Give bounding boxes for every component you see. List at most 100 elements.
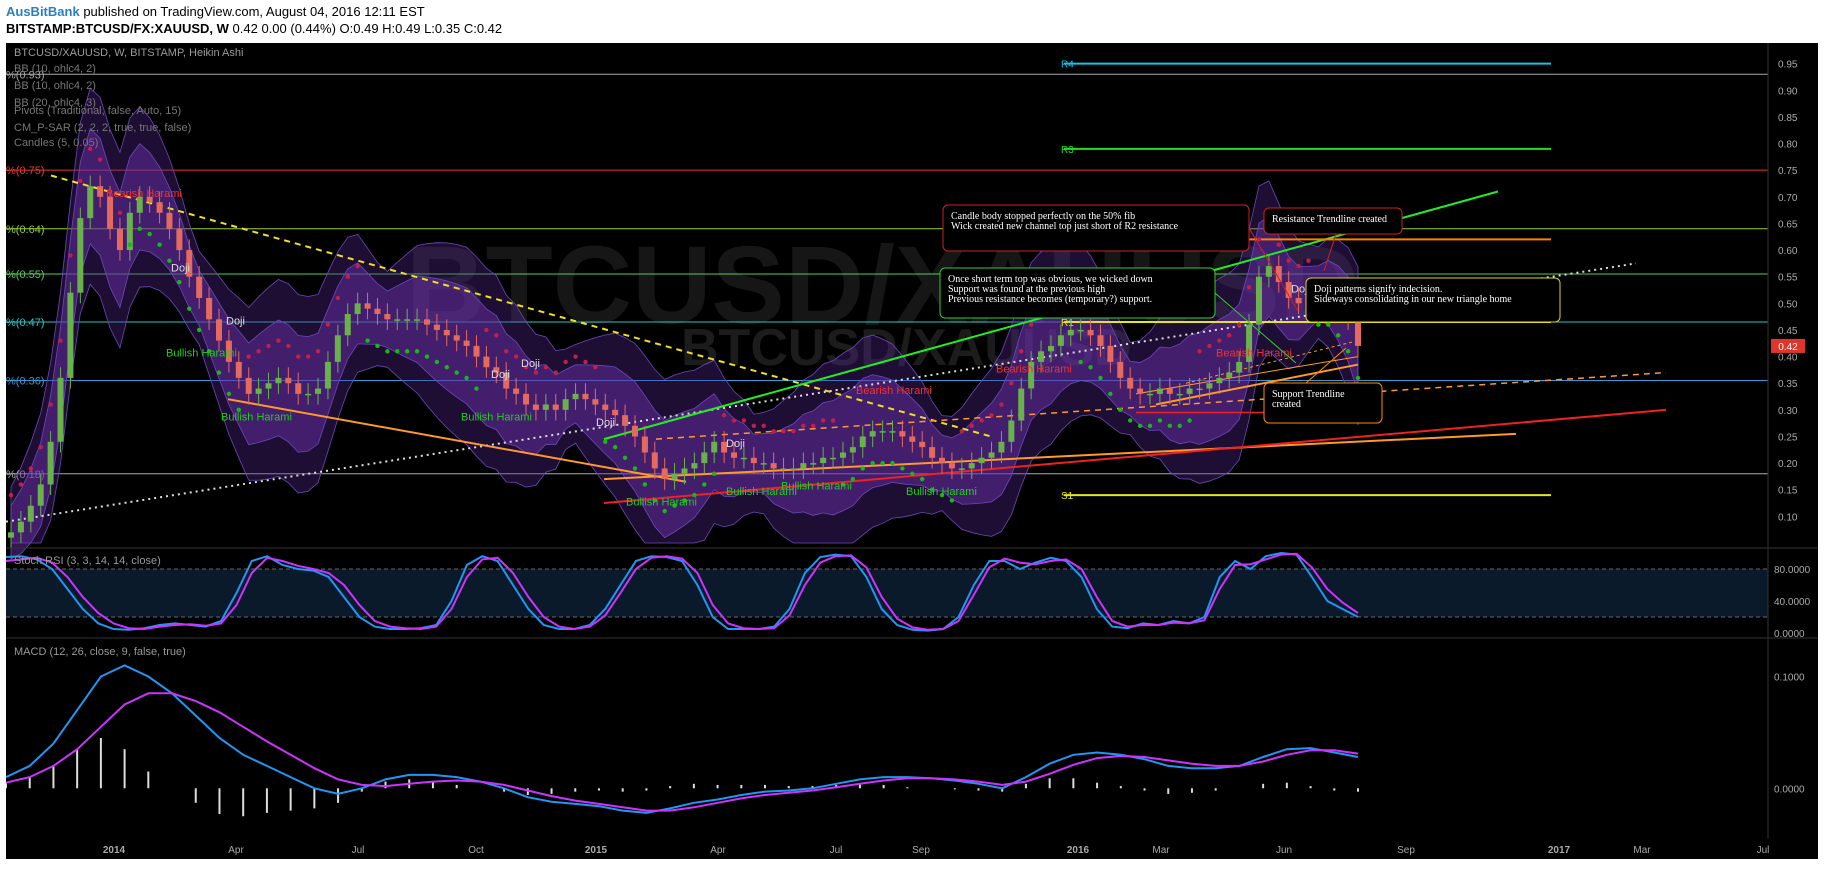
candle [839,452,846,458]
candle [27,505,34,522]
x-tick-label: Apr [228,845,244,856]
indicator-6: Candles (5, 0.05) [14,137,98,149]
candle [939,457,946,464]
candle [433,324,440,330]
candle [47,441,54,485]
sar-dot [979,418,984,423]
candle [37,484,44,506]
sar-dot [1335,333,1341,338]
pivot-label-r4: R4 [1061,60,1074,71]
pattern-label: Bearish Harami [106,188,182,200]
sar-dot [949,498,955,503]
sar-dot [989,412,994,418]
y-tick-label: 0.50 [1778,299,1798,310]
sar-dot [8,492,14,498]
candle [1265,266,1272,277]
candle [1077,329,1084,332]
candle [899,431,906,437]
y-tick-label: 0.70 [1778,193,1798,204]
y-tick-label: 0.10 [1778,512,1798,523]
chart-area[interactable]: BTCUSD/XAUUSD BTCUSD/XAUUSD %(0.93) %(0.75)… [6,43,1818,859]
sar-dot [216,370,222,375]
price-pane[interactable]: BTCUSD/XAUUSDBTCUSD/XAUUSD%(0.93)%(0.75)… [6,43,1818,859]
sar-dot [434,359,440,365]
candle [1255,276,1262,325]
candle [1236,361,1243,373]
sar-dot [1187,418,1192,423]
ohlc-values: O:0.49 H:0.49 L:0.35 C:0.42 [339,21,503,36]
sar-dot [117,210,123,215]
sar-dot [395,349,400,354]
candle [1216,377,1223,384]
candle [810,463,817,465]
sar-dot [325,322,331,327]
sar-dot [603,439,608,445]
sar-dot [1227,333,1232,338]
sar-dot [1276,242,1281,247]
sar-dot [296,354,301,359]
x-tick-label: 2014 [103,845,126,856]
fib-level-label: %(0.47) [6,317,45,329]
stoch-y-tick: 40.0000 [1774,597,1811,608]
sar-dot [1207,343,1212,349]
candle [1107,345,1114,362]
candle [800,463,807,469]
sar-dot [1108,391,1113,397]
candle [1137,388,1144,394]
sar-dot [1118,407,1123,413]
x-tick-label: Mar [1633,845,1651,856]
candle [1038,351,1045,362]
pattern-label: Doji [596,417,615,429]
candle [87,186,94,219]
sar-dot [494,333,499,338]
pattern-label: Bullish Harami [461,412,532,424]
candle [552,404,559,410]
chart-title: BTCUSD/XAUUSD, W, BITSTAMP, Heikin Ashi [14,47,243,59]
author-link[interactable]: AusBitBank [6,4,80,19]
candle [612,409,619,416]
candle [1097,335,1104,346]
indicator-5: CM_P-SAR (2, 2, 2, true, true, false) [14,122,191,134]
chart-canvas[interactable]: BTCUSD/XAUUSDBTCUSD/XAUUSD%(0.93)%(0.75)… [6,43,1818,859]
sar-dot [157,242,162,247]
candle [602,404,609,410]
sar-dot [335,295,341,301]
sar-dot [266,343,271,349]
pattern-label: Doji [226,316,245,328]
stoch-band [6,569,1768,617]
candle [513,388,520,394]
sar-dot [1246,285,1252,290]
indicator-2: BB (10, ohlc4, 2) [14,80,96,92]
candle [67,292,74,378]
sar-dot [830,418,836,423]
sar-dot [345,274,350,279]
candle [285,377,292,384]
sar-dot [632,466,638,471]
pattern-label: Doji [521,358,540,370]
candle [978,457,985,464]
candle [701,452,708,464]
candle [1226,372,1233,378]
sar-dot [1296,263,1301,269]
sar-dot [612,444,618,450]
candle [849,447,856,453]
candle [968,463,975,469]
candle [562,399,569,410]
candle [958,468,965,470]
sar-dot [593,365,598,370]
candle [790,468,797,470]
candle [988,452,995,458]
x-tick-label: Jun [1276,845,1292,856]
quote-value: 0.42 0.00 (0.44%) [232,21,336,36]
sar-dot [28,466,34,471]
candle [57,377,64,442]
sar-dot [741,418,747,423]
publish-line: AusBitBank published on TradingView.com,… [6,4,425,19]
candle [879,431,886,433]
candle [206,298,213,320]
sar-dot [712,471,717,476]
sar-dot [533,370,539,375]
candle [265,383,272,389]
y-tick-label: 0.40 [1778,353,1798,364]
sar-dot [1019,349,1024,354]
